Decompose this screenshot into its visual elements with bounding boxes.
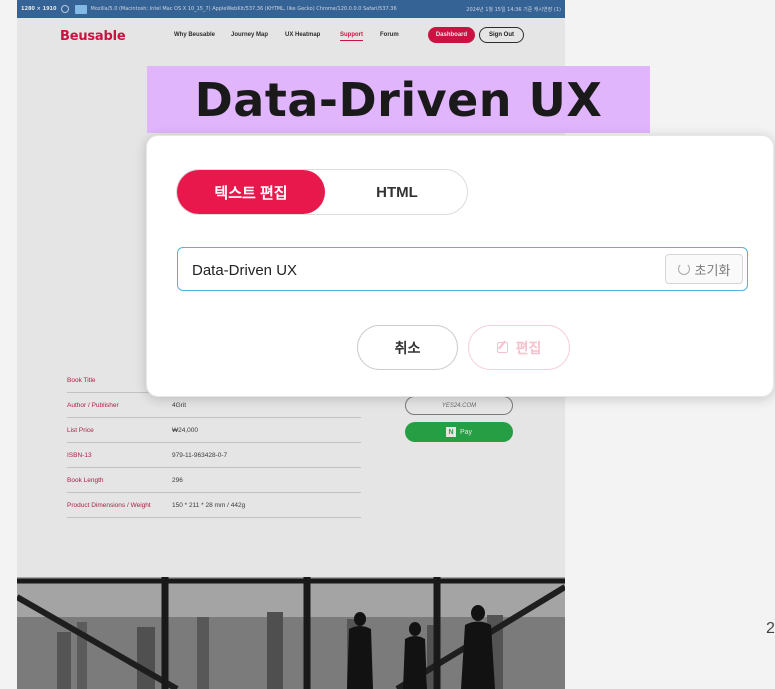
title-text-input[interactable] — [192, 258, 662, 282]
row-value: 979-11-963428-0-7 — [172, 451, 228, 459]
tab-html[interactable]: HTML — [325, 170, 469, 214]
office-photo-graphic — [17, 577, 565, 689]
edit-text-modal: 텍스트 편집 HTML 초기화 취소 편집 — [146, 135, 774, 397]
nav-ux-heatmap[interactable]: UX Heatmap — [285, 32, 320, 38]
user-agent-text: Mozilla/5.0 (Macintosh; Intel Mac OS X 1… — [90, 6, 397, 12]
text-input-box: 초기화 — [177, 247, 748, 291]
table-row: Book Length 296 — [67, 468, 361, 493]
row-key: Product Dimensions / Weight — [67, 501, 151, 509]
row-value: 150 * 211 * 28 mm / 442g — [172, 501, 246, 509]
sign-out-button[interactable]: Sign Out — [479, 27, 524, 43]
edit-button[interactable]: 편집 — [468, 325, 570, 370]
edit-label: 편집 — [515, 339, 542, 356]
mode-toggle: 텍스트 편집 HTML — [176, 169, 468, 215]
row-key: List Price — [67, 426, 94, 434]
table-row: ISBN-13 979-11-963428-0-7 — [67, 443, 361, 468]
npay-logo-icon: N — [445, 427, 456, 437]
office-photo — [17, 577, 565, 689]
table-row: Product Dimensions / Weight 150 * 211 * … — [67, 493, 361, 518]
npay-label: Pay — [459, 428, 473, 436]
nav-journey-map[interactable]: Journey Map — [231, 32, 268, 38]
row-value: 296 — [172, 476, 183, 484]
info-icon — [60, 5, 69, 13]
row-key: ISBN-13 — [67, 451, 92, 459]
table-row: List Price ₩24,000 — [67, 418, 361, 443]
cancel-button[interactable]: 취소 — [357, 325, 458, 370]
reset-button[interactable]: 초기화 — [665, 254, 743, 284]
reset-label: 초기화 — [694, 262, 731, 278]
nav-forum[interactable]: Forum — [380, 32, 399, 38]
capture-info-bar: 1280 × 1910 Mozilla/5.0 (Macintosh; Inte… — [17, 0, 565, 18]
editor-stage: 1280 × 1910 Mozilla/5.0 (Macintosh; Inte… — [0, 0, 775, 689]
resolution-text: 1280 × 1910 — [21, 6, 57, 12]
nav-support[interactable]: Support — [340, 32, 363, 41]
side-number: 2 — [766, 620, 775, 637]
reset-icon — [677, 263, 690, 275]
row-value: ₩24,000 — [172, 426, 199, 434]
selected-title-text: Data-Driven UX — [194, 72, 603, 127]
yes24-button[interactable]: YES24.COM — [405, 396, 513, 415]
row-key: Author / Publisher — [67, 401, 119, 409]
dashboard-button[interactable]: Dashboard — [428, 27, 475, 43]
npay-button[interactable]: N Pay — [405, 422, 513, 442]
tab-text-edit[interactable]: 텍스트 편집 — [177, 170, 325, 214]
nav-why-beusable[interactable]: Why Beusable — [174, 32, 215, 38]
site-navbar: Beusable Why Beusable Journey Map UX Hea… — [17, 18, 565, 56]
monitor-icon — [74, 4, 87, 14]
row-key: Book Length — [67, 476, 104, 484]
edit-icon — [496, 342, 508, 353]
selected-title-element[interactable]: Data-Driven UX — [147, 66, 650, 133]
beusable-logo[interactable]: Beusable — [60, 29, 126, 44]
row-value: 4Grit — [172, 401, 187, 409]
capture-datetime: 2024년 1월 15일 14:36 기준 캐시연장 (1) — [466, 6, 561, 13]
